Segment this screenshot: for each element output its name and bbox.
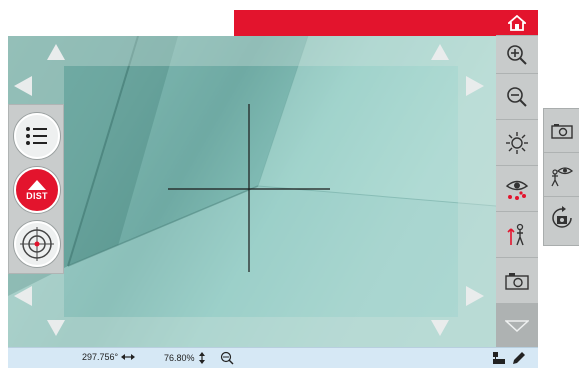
pan-left-top-arrow[interactable]	[14, 76, 32, 96]
zoom-in-icon	[507, 44, 527, 65]
station-setup-button[interactable]	[496, 212, 538, 258]
horizontal-arrows-icon	[121, 354, 136, 360]
pan-down-left-arrow[interactable]	[47, 320, 65, 336]
eye-person-icon	[550, 166, 573, 186]
popout-eye-person-button[interactable]	[544, 153, 579, 197]
connection-status[interactable]	[492, 351, 506, 365]
camera-icon	[505, 272, 529, 290]
app-root: DIST 297.756° 76.80%	[0, 0, 579, 368]
brightness-icon	[506, 131, 528, 154]
pen-icon	[513, 352, 525, 364]
vertical-arrows-icon	[198, 352, 205, 364]
viewport-right-edge	[458, 66, 496, 317]
zoom-out-button[interactable]	[496, 74, 538, 120]
eye-points-icon	[505, 180, 529, 200]
list-icon	[26, 127, 47, 145]
viewport-top-edge	[8, 36, 496, 66]
pan-right-bottom-arrow[interactable]	[466, 286, 484, 306]
point-view-button[interactable]	[496, 166, 538, 212]
camera-icon	[550, 123, 573, 139]
station-setup-icon	[507, 223, 524, 245]
zoom-readout: 76.80%	[164, 352, 206, 364]
brightness-button[interactable]	[496, 120, 538, 166]
list-button[interactable]	[14, 113, 60, 159]
zoom-out-icon	[507, 86, 527, 107]
chevron-down-icon	[505, 319, 529, 332]
popout-camera-button[interactable]	[544, 109, 579, 153]
connection-icon	[493, 352, 505, 364]
home-button[interactable]	[496, 10, 538, 36]
pan-up-left-arrow[interactable]	[47, 44, 65, 60]
triangle-up-icon	[28, 179, 46, 190]
pen-tool-button[interactable]	[512, 351, 526, 365]
pan-left-bottom-arrow[interactable]	[14, 286, 32, 306]
viewport-bottom-edge	[8, 317, 496, 347]
more-tools-button[interactable]	[496, 304, 538, 347]
dist-button[interactable]: DIST	[14, 167, 60, 213]
pan-right-top-arrow[interactable]	[466, 76, 484, 96]
dist-label: DIST	[26, 190, 48, 201]
capture-image-button[interactable]	[496, 258, 538, 304]
zoom-search-button[interactable]	[220, 351, 234, 365]
popout-rotate-camera-button[interactable]	[544, 197, 579, 241]
target-button[interactable]	[14, 221, 60, 267]
target-icon	[20, 227, 54, 261]
zoom-search-icon	[220, 351, 234, 365]
camera-scene	[8, 36, 496, 347]
right-toolbar	[496, 10, 538, 347]
status-bar: 297.756° 76.80%	[8, 347, 538, 368]
camera-viewport[interactable]	[8, 36, 496, 347]
side-popout-panel	[543, 108, 579, 246]
pan-down-right-arrow[interactable]	[431, 320, 449, 336]
home-icon	[508, 14, 526, 31]
rotate-camera-icon	[551, 206, 572, 228]
pan-up-right-arrow[interactable]	[431, 44, 449, 60]
zoom-in-button[interactable]	[496, 36, 538, 74]
horizontal-angle-value: 297.756°	[82, 352, 119, 362]
left-tool-panel: DIST	[8, 104, 64, 274]
horizontal-angle-readout: 297.756°	[82, 352, 136, 362]
zoom-percent-value: 76.80%	[164, 353, 195, 363]
top-red-banner	[234, 10, 496, 36]
